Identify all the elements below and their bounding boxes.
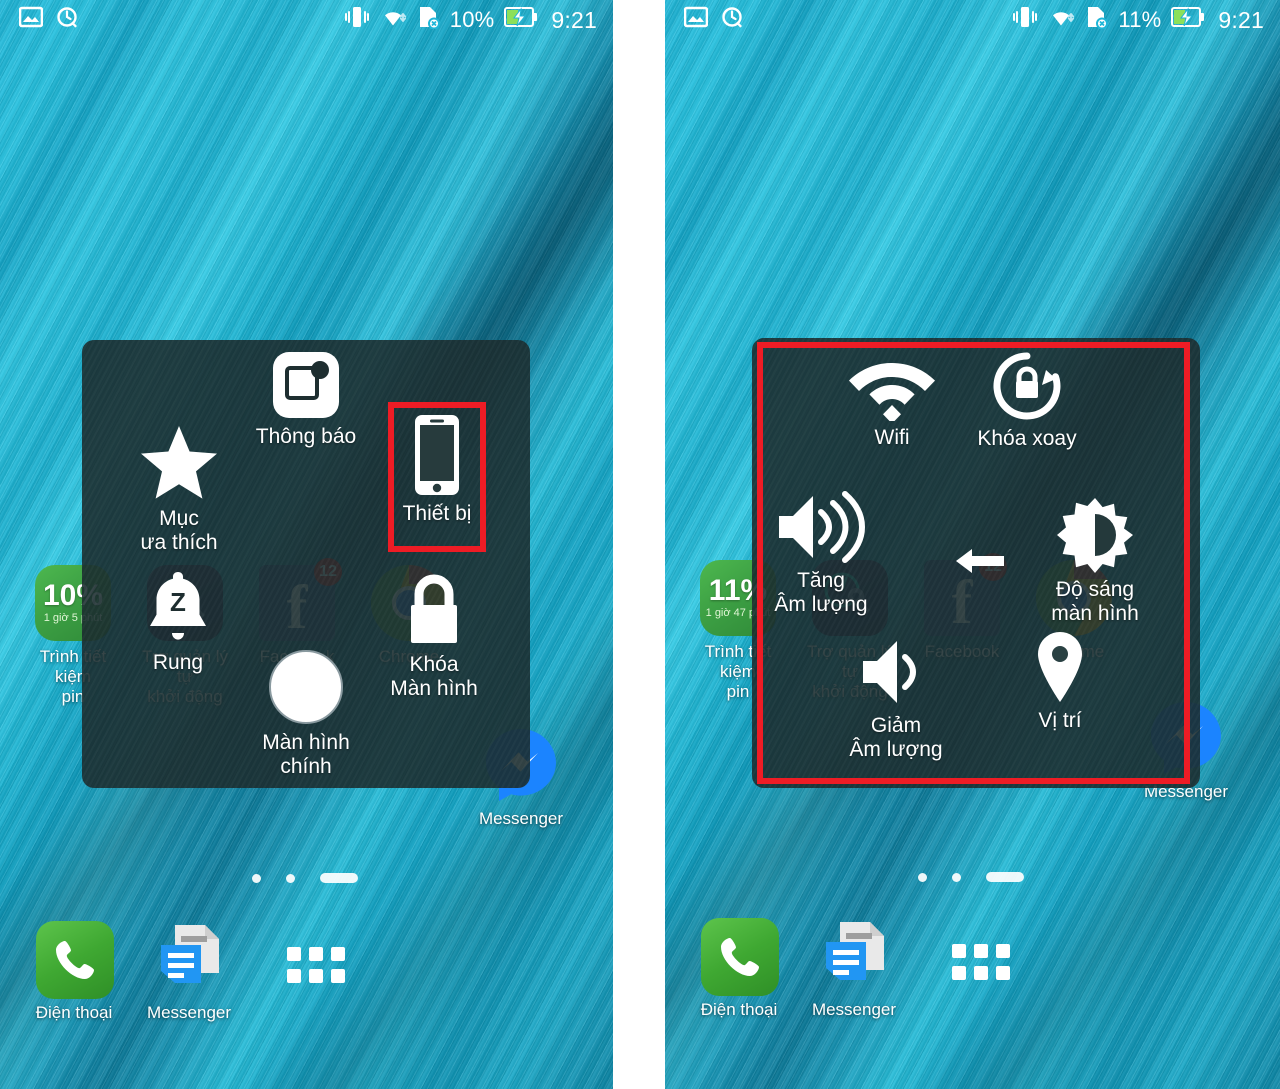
app-drawer-icon[interactable] xyxy=(952,944,1010,980)
vibrate-icon xyxy=(344,5,370,35)
menu-item-label: Thông báo xyxy=(255,425,357,448)
menu-item-favorites[interactable]: Mục ưa thích xyxy=(110,424,248,555)
wifi-icon xyxy=(1047,5,1075,35)
vibrate-icon xyxy=(1012,5,1038,35)
page-dot[interactable] xyxy=(952,872,961,882)
app-label: Messenger xyxy=(478,809,564,828)
app-drawer-icon[interactable] xyxy=(287,947,345,983)
bell-z-icon: Z xyxy=(145,570,211,646)
menu-item-home[interactable]: Màn hình chính xyxy=(240,648,372,779)
dock-item-phone[interactable]: Điện thoại xyxy=(24,921,124,1023)
dock-item-messenger-sms[interactable]: Messenger xyxy=(139,921,239,1023)
phone-screen-left: 10% 9:21 10% 1 giờ 5 phút Trình tiết kiệ… xyxy=(0,0,613,1089)
wifi-icon xyxy=(379,5,407,35)
highlight-box-device-menu xyxy=(757,342,1190,784)
battery-charging-icon xyxy=(504,6,538,34)
clock-time: 9:21 xyxy=(551,6,597,33)
menu-item-label: Khóa Màn hình xyxy=(390,653,478,700)
no-sim-card-icon xyxy=(1084,5,1109,35)
star-icon xyxy=(138,424,220,502)
clock-wrench-icon xyxy=(56,5,80,35)
page-dot-active[interactable] xyxy=(986,872,1024,882)
dock-item-phone[interactable]: Điện thoại xyxy=(689,918,789,1020)
menu-item-label: Thiết bị xyxy=(402,502,472,525)
padlock-icon xyxy=(401,572,467,648)
page-indicator xyxy=(252,873,358,883)
page-indicator xyxy=(918,872,1024,882)
phone-icon xyxy=(701,918,779,996)
menu-item-lock-screen[interactable]: Khóa Màn hình xyxy=(375,572,493,701)
sms-icon xyxy=(151,921,227,997)
page-dot-active[interactable] xyxy=(320,873,358,883)
clock-time: 9:21 xyxy=(1218,6,1264,33)
dock-label: Messenger xyxy=(811,1000,897,1019)
svg-text:Z: Z xyxy=(170,587,186,617)
phone-icon xyxy=(36,921,114,999)
image-icon xyxy=(683,6,709,34)
smartphone-icon xyxy=(409,413,465,497)
clock-wrench-icon xyxy=(721,5,745,35)
battery-charging-icon xyxy=(1171,6,1205,34)
page-dot[interactable] xyxy=(918,872,927,882)
image-icon xyxy=(18,6,44,34)
no-sim-card-icon xyxy=(416,5,440,35)
menu-item-label: Mục ưa thích xyxy=(140,507,218,554)
page-dot[interactable] xyxy=(252,873,261,883)
dock-item-messenger-sms[interactable]: Messenger xyxy=(804,918,904,1020)
dock-label: Điện thoại xyxy=(35,1003,113,1022)
menu-item-notification[interactable]: Thông báo xyxy=(235,350,377,449)
status-bar: 10% 9:21 xyxy=(0,0,613,40)
menu-item-label: Rung xyxy=(152,651,204,674)
home-circle-icon xyxy=(267,648,345,726)
page-dot[interactable] xyxy=(286,873,295,883)
menu-item-device[interactable]: Thiết bị xyxy=(392,413,482,526)
phone-screen-right: 11% 9:21 11% 1 giờ 47 phút Trình tiết ki… xyxy=(665,0,1280,1089)
menu-item-vibrate[interactable]: Z Rung xyxy=(128,570,228,675)
dock-label: Điện thoại xyxy=(700,1000,778,1019)
status-bar: 11% 9:21 xyxy=(665,0,1280,40)
screenshot-stage: 10% 9:21 10% 1 giờ 5 phút Trình tiết kiệ… xyxy=(0,0,1280,1089)
sms-icon xyxy=(816,918,892,994)
battery-percent: 10% xyxy=(449,7,495,32)
battery-percent: 11% xyxy=(1118,7,1162,32)
menu-item-label: Màn hình chính xyxy=(262,731,350,778)
notification-square-icon xyxy=(271,350,341,420)
dock-label: Messenger xyxy=(146,1003,232,1022)
